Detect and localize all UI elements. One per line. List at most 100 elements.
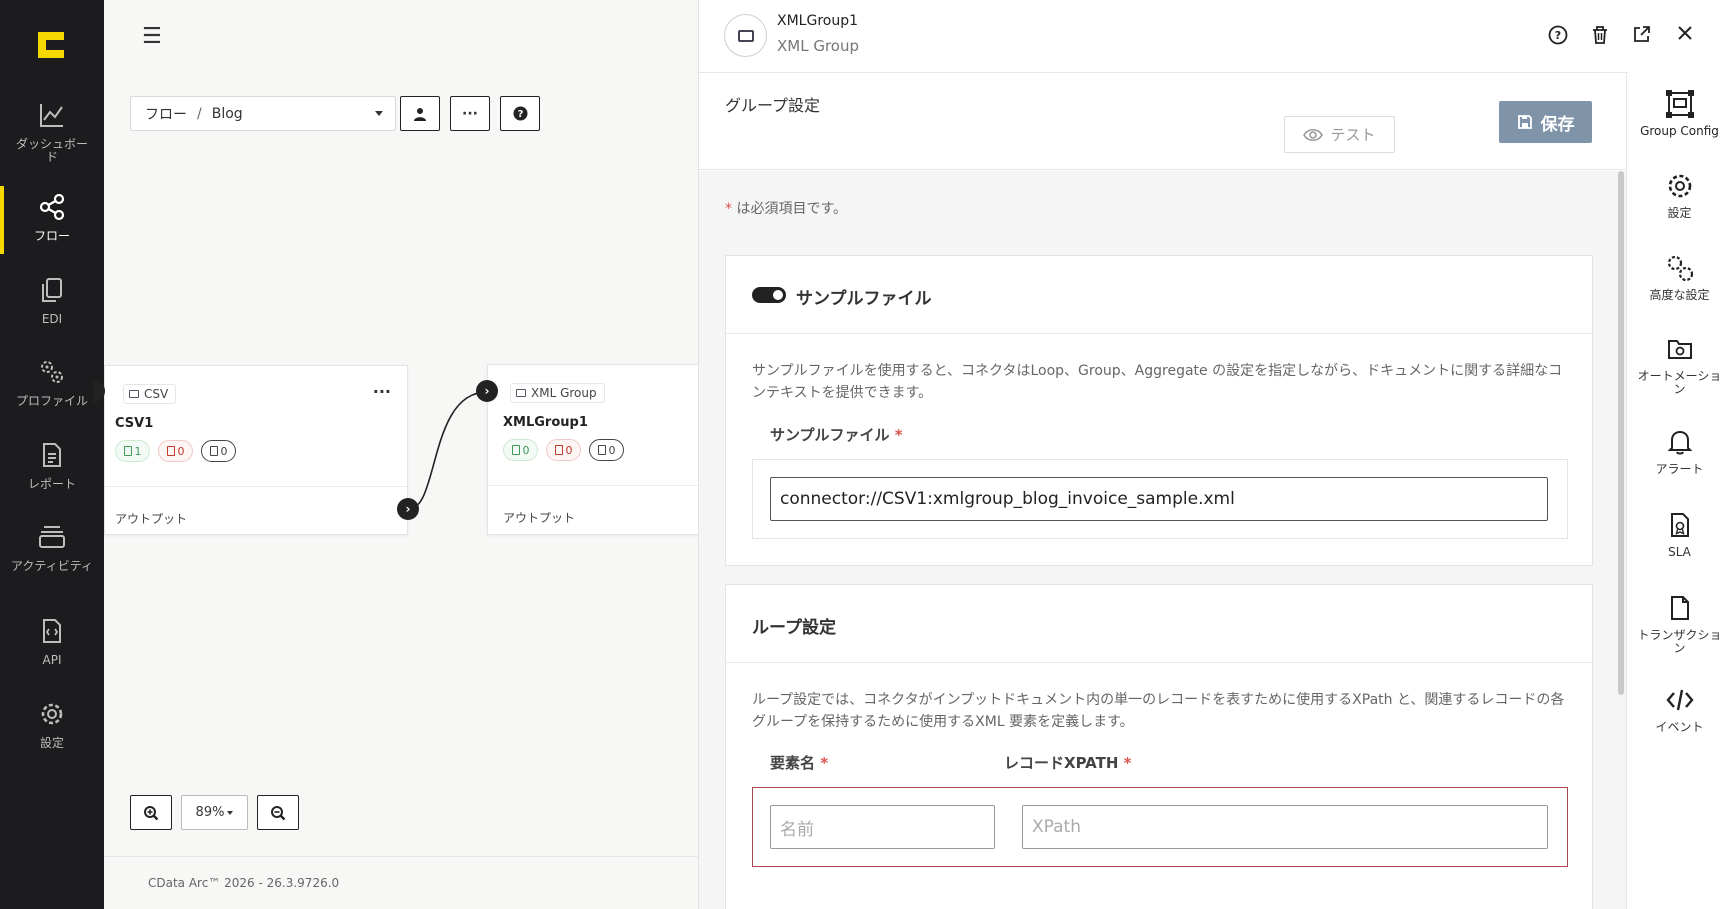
rail-item-group-config[interactable]: Group Config — [1627, 87, 1731, 138]
node-xmlgroup1[interactable]: XML Group XMLGroup1 0 0 0 アウトプット — [487, 364, 707, 535]
nav-item-activity[interactable]: アクティビティ — [0, 520, 104, 573]
close-icon[interactable] — [1676, 24, 1698, 46]
nav-item-label: フロー — [33, 229, 70, 243]
sample-file-toggle[interactable] — [752, 287, 786, 303]
rail-item-events[interactable]: イベント — [1627, 683, 1731, 734]
pending-count[interactable]: 0 — [589, 439, 624, 461]
rail-item-alerts[interactable]: アラート — [1627, 425, 1731, 476]
node-counts: 0 0 0 — [503, 439, 624, 461]
node-output-label: アウトプット — [503, 511, 576, 525]
nav-item-label: プロファイル — [15, 394, 88, 408]
rail-item-label: 設定 — [1667, 206, 1692, 220]
node-counts: 1 0 0 — [115, 440, 236, 462]
save-button[interactable]: 保存 — [1499, 101, 1592, 143]
nav-item-label: レポート — [27, 477, 76, 491]
node-type-tag: XML Group — [510, 383, 605, 403]
help-circle-icon[interactable]: ? — [1547, 24, 1569, 46]
file-icon — [209, 446, 218, 456]
connector-panel: XMLGroup1 XML Group ? グループ設定 テスト 保存 * は必… — [698, 0, 1628, 909]
xml-group-avatar — [724, 14, 767, 57]
error-count[interactable]: 0 — [158, 440, 193, 462]
version-text: CData Arc™ 2026 - 26.3.9726.0 — [148, 876, 340, 890]
rail-item-label: 高度な設定 — [1649, 288, 1710, 302]
chart-line-icon — [35, 98, 69, 132]
toggle-knob — [773, 290, 783, 300]
files-icon — [35, 273, 69, 307]
node-type-tag: CSV — [123, 384, 177, 404]
rail-item-label: アラート — [1655, 462, 1704, 476]
rail-item-sla[interactable]: SLA — [1627, 508, 1731, 559]
input-port[interactable]: › — [476, 380, 498, 402]
gears-icon — [35, 355, 69, 389]
file-success-icon — [511, 445, 520, 455]
sample-file-card: サンプルファイル サンプルファイルを使用すると、コネクタはLoop、Group、… — [725, 255, 1593, 566]
left-nav: ダッシュボード フロー EDI プロファイル レポート アクティビティ API … — [0, 0, 104, 909]
rail-item-advanced[interactable]: 高度な設定 — [1627, 251, 1731, 302]
card-header: ループ設定 — [726, 585, 1592, 663]
rail-item-label: トランザクション — [1637, 628, 1722, 655]
file-success-icon — [123, 446, 132, 456]
share-icon — [35, 190, 69, 224]
node-divider — [488, 485, 706, 486]
nav-item-dashboard[interactable]: ダッシュボード — [0, 98, 104, 164]
folder-gear-icon — [1663, 332, 1697, 366]
panel-body[interactable]: * は必須項目です。 サンプルファイル サンプルファイルを使用すると、コネクタは… — [699, 171, 1628, 909]
nav-item-flow[interactable]: フロー — [0, 190, 104, 243]
zoom-level-select[interactable]: 89% — [181, 795, 248, 830]
file-error-icon — [166, 446, 175, 456]
node-name: CSV1 — [115, 416, 154, 431]
pending-count[interactable]: 0 — [201, 440, 236, 462]
trash-icon[interactable] — [1589, 24, 1611, 46]
nav-item-report[interactable]: レポート — [0, 438, 104, 491]
zoom-out-icon — [271, 805, 286, 820]
save-icon — [1517, 115, 1532, 129]
file-icon — [1663, 591, 1697, 625]
nav-item-label: アクティビティ — [11, 559, 93, 573]
error-count[interactable]: 0 — [546, 439, 581, 461]
file-error-icon — [554, 445, 563, 455]
group-config-icon — [1663, 87, 1697, 121]
nav-item-label: API — [42, 653, 62, 667]
rail-item-transactions[interactable]: トランザクション — [1627, 591, 1731, 655]
output-port[interactable]: › — [397, 498, 419, 520]
node-divider — [105, 486, 407, 487]
panel-subtitle: XML Group — [777, 37, 860, 55]
panel-header: XMLGroup1 XML Group ? — [699, 0, 1628, 73]
file-icon — [597, 445, 606, 455]
card-description: ループ設定では、コネクタがインプットドキュメント内の単一のレコードを表すために使… — [752, 692, 1565, 730]
eye-icon — [1303, 128, 1324, 141]
scrollbar[interactable] — [1618, 171, 1624, 695]
card-title: サンプルファイル — [796, 289, 932, 309]
element-name-label: 要素名 * — [770, 754, 829, 772]
rail-item-label: Group Config — [1640, 124, 1719, 138]
nav-item-profile[interactable]: プロファイル — [0, 355, 104, 408]
loop-fields-container: 名前 XPath — [752, 787, 1568, 867]
zoom-out-button[interactable] — [257, 795, 299, 830]
test-button[interactable]: テスト — [1284, 116, 1395, 153]
gear-icon — [35, 697, 69, 731]
cdata-logo[interactable] — [34, 28, 68, 62]
node-csv1[interactable]: CSV ··· CSV1 1 0 0 アウトプット — [104, 365, 408, 535]
success-count[interactable]: 1 — [115, 440, 150, 462]
nav-item-settings[interactable]: 設定 — [0, 697, 104, 750]
sample-file-input[interactable]: connector://CSV1:xmlgroup_blog_invoice_s… — [770, 477, 1548, 521]
gear-icon — [1663, 169, 1697, 203]
element-name-input[interactable]: 名前 — [770, 805, 995, 849]
nav-item-label: EDI — [41, 312, 63, 326]
rail-item-automation[interactable]: オートメーション — [1627, 332, 1731, 396]
rail-item-settings[interactable]: 設定 — [1627, 169, 1731, 220]
api-file-icon — [35, 614, 69, 648]
nav-item-api[interactable]: API — [0, 614, 104, 667]
zoom-in-button[interactable] — [130, 795, 172, 830]
node-menu-icon[interactable]: ··· — [373, 382, 391, 401]
flow-canvas[interactable]: ☰ フロー / Blog ··· ? CSV ··· CSV1 1 0 0 アウ… — [93, 0, 707, 909]
nav-item-edi[interactable]: EDI — [0, 273, 104, 326]
panel-title: XMLGroup1 — [777, 13, 858, 29]
external-link-icon[interactable] — [1632, 24, 1654, 46]
record-xpath-input[interactable]: XPath — [1022, 805, 1548, 849]
required-note: * は必須項目です。 — [725, 201, 848, 217]
layers-icon — [35, 520, 69, 554]
nav-item-label: 設定 — [39, 736, 64, 750]
document-icon — [35, 438, 69, 472]
success-count[interactable]: 0 — [503, 439, 538, 461]
